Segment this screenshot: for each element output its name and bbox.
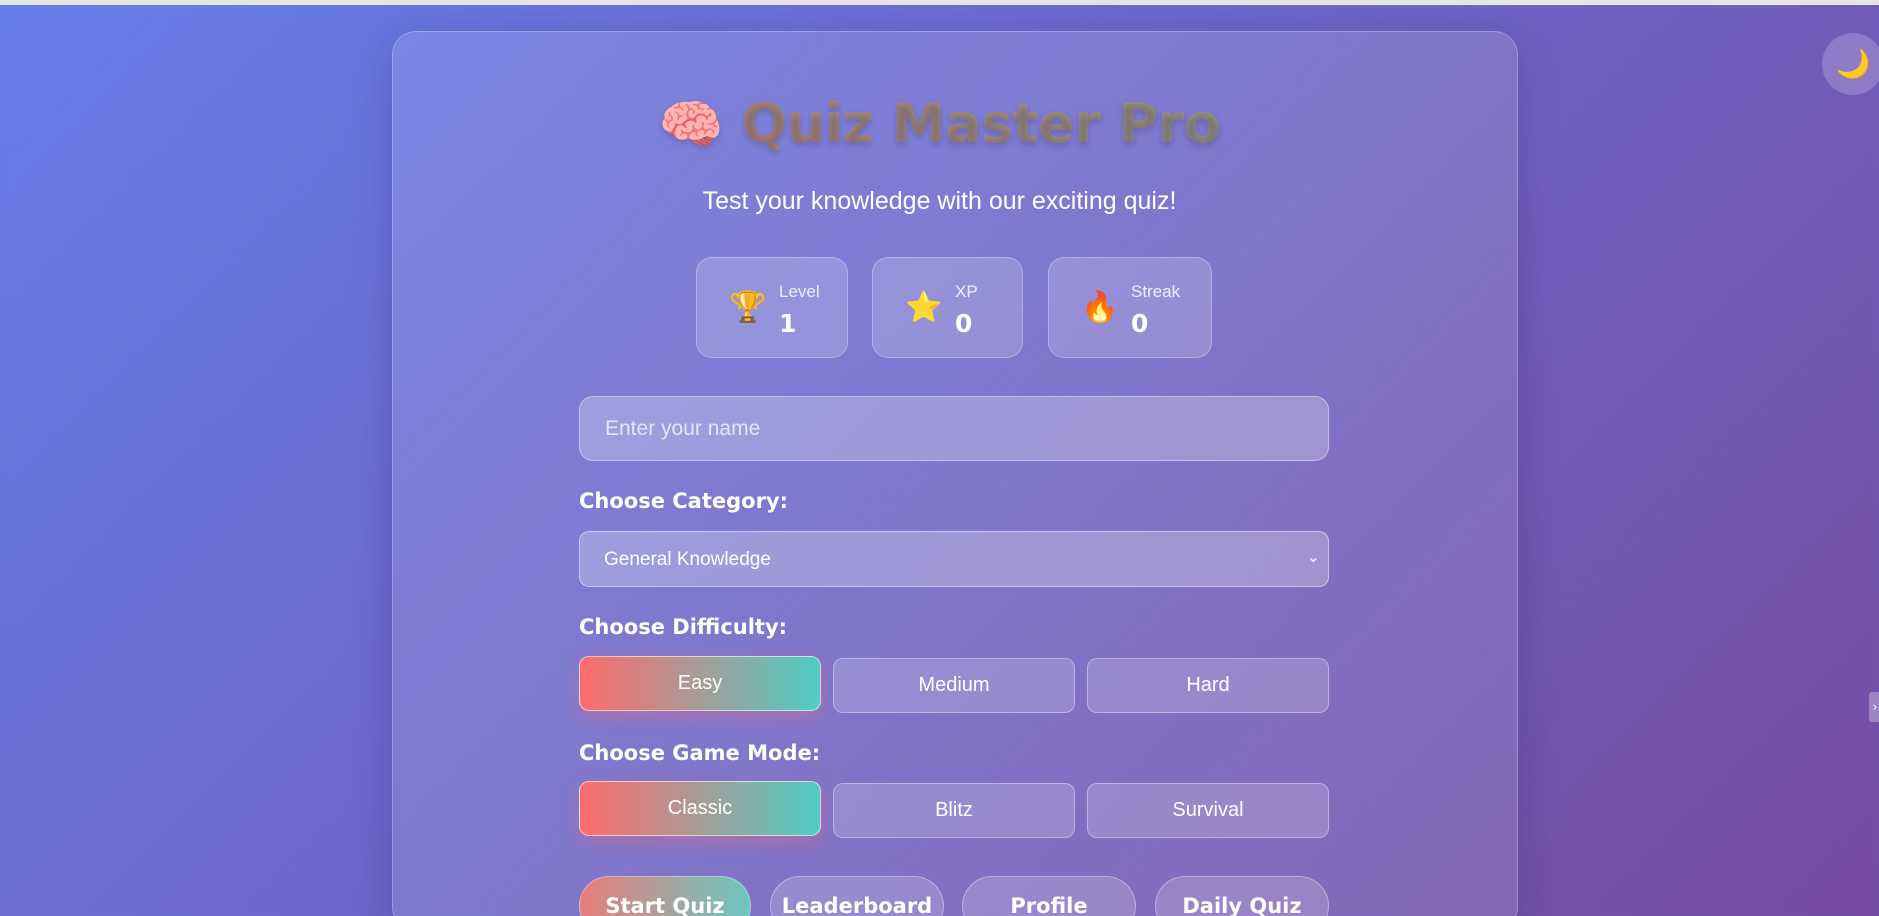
- stat-xp: ⭐ XP 0: [872, 257, 1023, 358]
- game-mode-label: Choose Game Mode:: [579, 741, 821, 765]
- stat-label: Streak: [1131, 282, 1181, 301]
- mode-blitz-button[interactable]: Blitz: [833, 783, 1075, 838]
- start-quiz-button[interactable]: Start Quiz: [579, 876, 751, 916]
- brain-icon: 🧠: [658, 95, 724, 155]
- stat-value: 0: [1131, 309, 1149, 338]
- stat-value: 0: [955, 309, 973, 338]
- mode-classic-button[interactable]: Classic: [579, 781, 821, 836]
- star-icon: ⭐: [905, 290, 943, 325]
- browser-top-border: [0, 0, 1879, 5]
- stat-value: 1: [779, 309, 797, 338]
- app-subtitle: Test your knowledge with our exciting qu…: [702, 187, 1177, 215]
- stat-label: XP: [955, 282, 978, 301]
- trophy-icon: 🏆: [729, 290, 767, 325]
- leaderboard-button[interactable]: Leaderboard: [770, 876, 944, 916]
- daily-quiz-button[interactable]: Daily Quiz: [1155, 876, 1329, 916]
- mode-survival-button[interactable]: Survival: [1087, 783, 1329, 838]
- app-title: 🧠 Quiz Master Pro: [0, 92, 1879, 155]
- category-label: Choose Category:: [579, 489, 789, 513]
- chevron-down-icon: ⌄: [1306, 549, 1320, 566]
- stat-level: 🏆 Level 1: [696, 257, 848, 358]
- stat-streak: 🔥 Streak 0: [1048, 257, 1212, 358]
- profile-button[interactable]: Profile: [962, 876, 1136, 916]
- category-selected-value: General Knowledge: [604, 549, 771, 570]
- category-select[interactable]: General Knowledge ⌄: [579, 531, 1329, 587]
- difficulty-medium-button[interactable]: Medium: [833, 658, 1075, 713]
- side-panel-handle[interactable]: ›: [1869, 692, 1879, 722]
- player-name-input[interactable]: [579, 396, 1329, 461]
- theme-toggle-button[interactable]: 🌙: [1822, 33, 1879, 95]
- difficulty-easy-button[interactable]: Easy: [579, 656, 821, 711]
- fire-icon: 🔥: [1081, 290, 1119, 325]
- app-title-text: Quiz Master Pro: [741, 92, 1221, 155]
- moon-icon: 🌙: [1835, 47, 1871, 80]
- difficulty-label: Choose Difficulty:: [579, 615, 788, 639]
- stat-label: Level: [779, 282, 820, 301]
- difficulty-hard-button[interactable]: Hard: [1087, 658, 1329, 713]
